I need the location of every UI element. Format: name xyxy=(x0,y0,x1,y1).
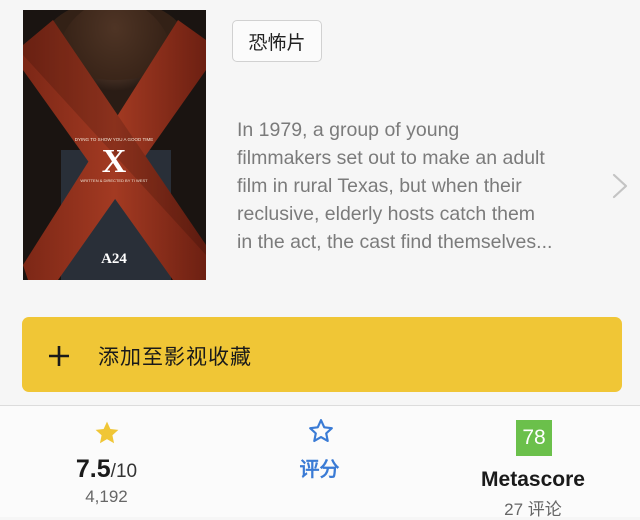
synopsis-line: In 1979, a group of young xyxy=(237,119,460,141)
metascore-label: Metascore xyxy=(481,468,585,491)
star-filled-icon xyxy=(95,421,119,444)
watchlist-label: 添加至影视收藏 xyxy=(98,346,252,369)
synopsis[interactable]: In 1979, a group of young filmmakers set… xyxy=(237,116,597,256)
poster-studio-logo: A24 xyxy=(101,251,127,267)
rating-score: 7.5 xyxy=(75,455,111,483)
star-outline-icon xyxy=(309,419,333,443)
synopsis-line: reclusive, elderly hosts catch them xyxy=(237,203,536,225)
movie-poster[interactable]: DYING TO SHOW YOU A GOOD TIME X WRITTEN … xyxy=(23,10,206,280)
poster-tagline: DYING TO SHOW YOU A GOOD TIME xyxy=(75,137,153,142)
metascore[interactable]: 78 Metascore 27 评论 xyxy=(426,406,640,519)
rating-max: /10 xyxy=(110,461,138,482)
metascore-reviews: 27 评论 xyxy=(504,500,562,519)
rating-count: 4,192 xyxy=(85,487,128,506)
rate-this-button[interactable]: 评分 xyxy=(213,406,426,517)
genre-chip[interactable]: 恐怖片 xyxy=(232,20,322,62)
chevron-right-icon[interactable] xyxy=(608,173,632,199)
poster-artwork: DYING TO SHOW YOU A GOOD TIME X WRITTEN … xyxy=(23,10,206,280)
rate-label: 评分 xyxy=(299,459,340,481)
metascore-badge: 78 xyxy=(516,420,552,456)
plus-icon xyxy=(49,346,69,366)
synopsis-line: film in rural Texas, but when their xyxy=(237,175,522,197)
synopsis-line: filmmakers set out to make an adult xyxy=(237,147,545,169)
synopsis-line: in the act, the cast find themselves... xyxy=(237,231,553,253)
rating-value: 7.5/10 xyxy=(0,455,213,484)
ratings-bar: 7.5/10 4,192 评分 78 Metascore 27 评论 xyxy=(0,406,640,519)
poster-credit: WRITTEN & DIRECTED BY TI WEST xyxy=(80,178,148,183)
poster-title: X xyxy=(102,143,127,180)
